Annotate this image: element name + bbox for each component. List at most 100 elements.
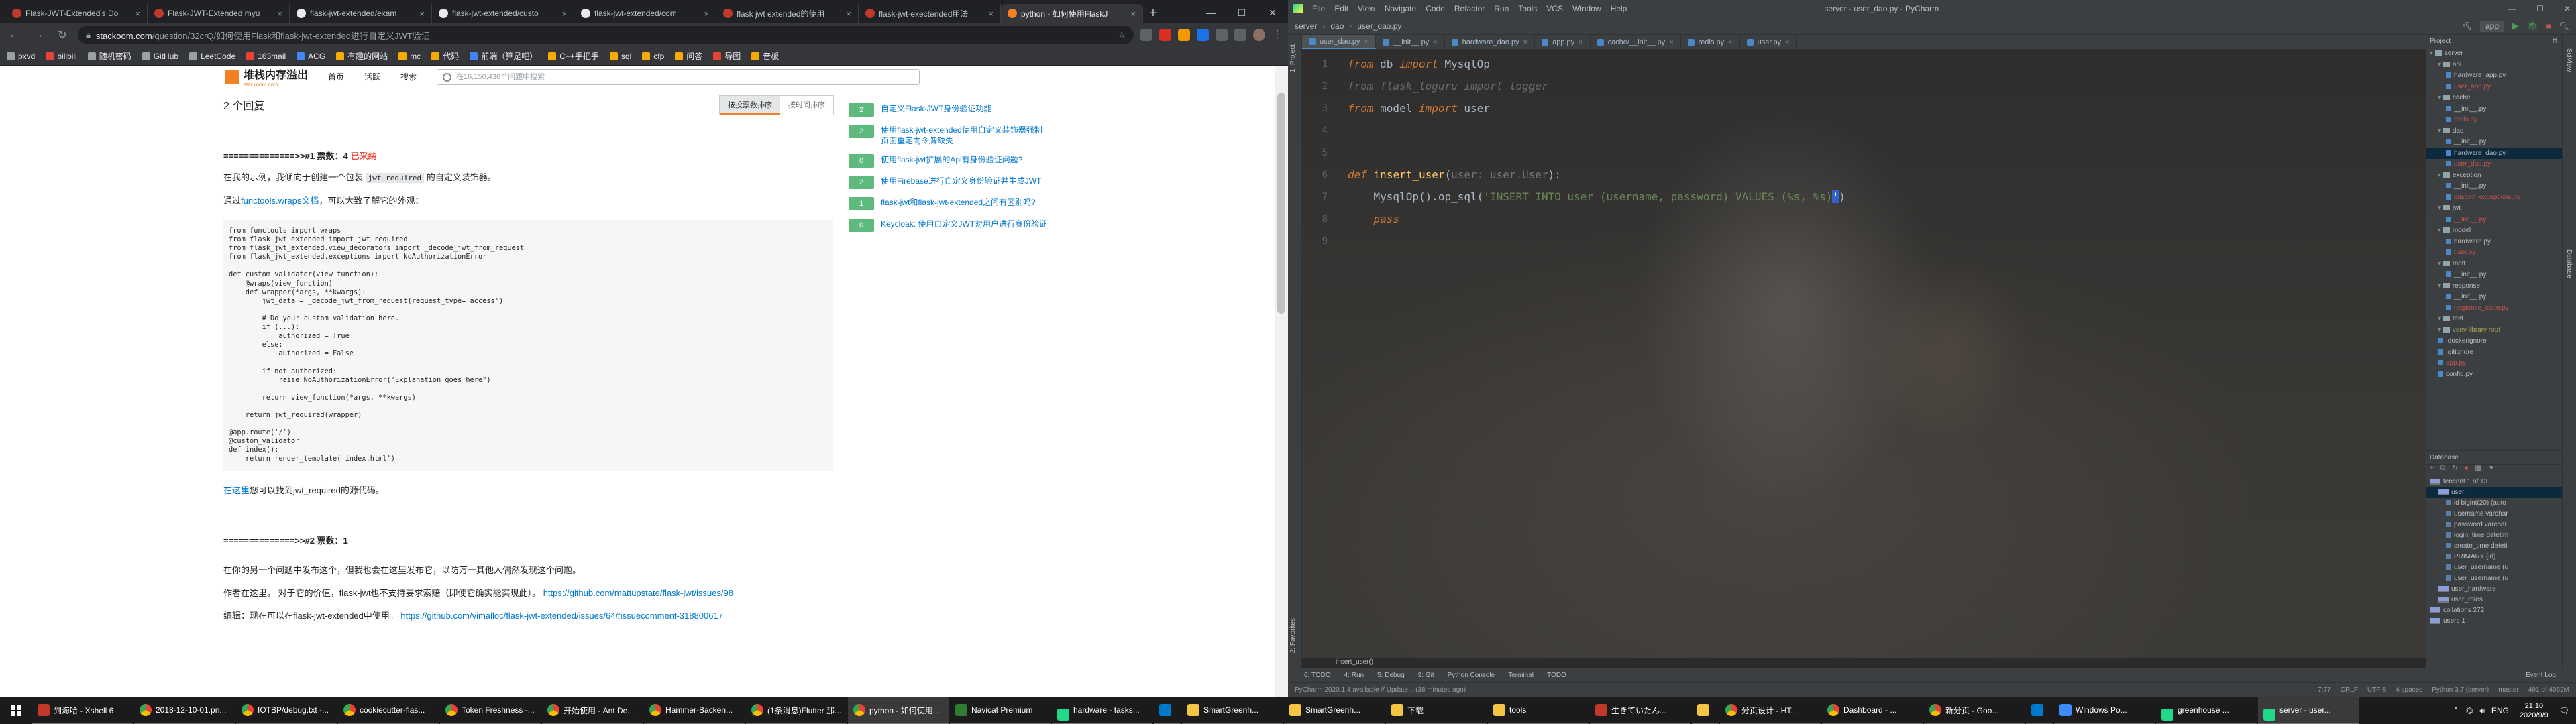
stop-icon[interactable]: ■ <box>2546 21 2551 31</box>
related-question-link[interactable]: 使用flask-jwt-extended使用自定义装饰器强制页面重定向令牌缺失 <box>881 125 1050 146</box>
project-tree-item[interactable]: ▾ dao <box>2426 126 2562 137</box>
status-widget[interactable]: 4 spaces <box>2396 686 2422 694</box>
close-tab-icon[interactable]: × <box>1130 9 1136 19</box>
close-tab-icon[interactable]: × <box>1785 35 1789 50</box>
close-tab-icon[interactable]: × <box>1578 35 1582 50</box>
stop-icon[interactable]: ■ <box>2464 465 2468 477</box>
taskbar-app-button[interactable]: 分页设计 - HT... <box>1720 697 1821 724</box>
taskbar-app-button[interactable]: tools <box>1488 697 1589 724</box>
extension-icon[interactable] <box>1140 29 1152 41</box>
project-tree-item[interactable]: __init__.py <box>2426 181 2562 192</box>
taskbar-app-button[interactable] <box>1692 697 1719 724</box>
browser-tab[interactable]: python - 如何使用FlaskJ × <box>1001 4 1143 23</box>
network-icon[interactable]: ⌬ <box>2466 706 2473 715</box>
taskbar-app-button[interactable]: hardware - tasks... <box>1052 697 1152 724</box>
close-tab-icon[interactable]: × <box>1669 35 1673 50</box>
database-tree-item[interactable]: login_time datetim <box>2426 530 2562 541</box>
page-scrollbar[interactable] <box>1275 66 1288 697</box>
input-method[interactable]: ENG <box>2491 706 2509 715</box>
bookmark-item[interactable]: cfp <box>642 52 664 61</box>
code-line[interactable]: MysqlOp().op_sql('INSERT INTO user (user… <box>1348 190 1845 203</box>
reload-icon[interactable]: ↻ <box>54 28 71 42</box>
close-tab-icon[interactable]: × <box>561 9 567 19</box>
bottom-tool-6[interactable]: TODO <box>1547 672 1566 679</box>
database-tree-item[interactable]: user_username (u <box>2426 562 2562 573</box>
project-tree-item[interactable]: .gitignore <box>2426 347 2562 359</box>
site-search-input[interactable]: 在16,150,436个问题中搜索 <box>437 68 920 85</box>
taskbar-app-button[interactable]: (1条消息)Flutter 那... <box>746 697 847 724</box>
source-link[interactable]: 在这里 <box>223 485 250 495</box>
database-header-label[interactable]: Database <box>2430 451 2459 464</box>
related-question[interactable]: 1 flask-jwt和flask-jwt-extended之间有区别吗? <box>849 197 1050 210</box>
volume-icon[interactable]: 🔊︎ <box>2479 706 2485 716</box>
related-question[interactable]: 2 使用Firebase进行自定义身份验证并生成JWT <box>849 176 1050 189</box>
taskbar-app-button[interactable]: Navicat Premium <box>950 697 1051 724</box>
menu-vcs[interactable]: VCS <box>1546 4 1563 13</box>
taskbar-app-button[interactable]: Dashboard - ... <box>1822 697 1923 724</box>
bottom-tool-4[interactable]: Python Console <box>1448 672 1495 679</box>
bottom-tool-2[interactable]: 5: Debug <box>1377 672 1405 679</box>
related-question[interactable]: 0 使用flask-jwt扩展的Api有身份验证问题? <box>849 154 1050 168</box>
project-tree-item[interactable]: ▾ server <box>2426 48 2562 60</box>
github-issue-link[interactable]: https://github.com/mattupstate/flask-jwt… <box>543 588 733 598</box>
project-tree-item[interactable]: __init__.py <box>2426 137 2562 148</box>
project-tree-item[interactable]: app.py <box>2426 358 2562 369</box>
code-line[interactable]: from db import MysqlOp <box>1348 58 1490 70</box>
bookmark-item[interactable]: sql <box>609 52 631 61</box>
menu-refactor[interactable]: Refactor <box>1454 4 1485 13</box>
taskbar-app-button[interactable]: SmartGreenh... <box>1182 697 1283 724</box>
menu-view[interactable]: View <box>1358 4 1375 13</box>
browser-tab[interactable]: flask-jwt-extended/custo × <box>432 4 574 23</box>
bottom-tool-0[interactable]: 6: TODO <box>1304 672 1331 679</box>
related-question[interactable]: 0 Keycloak: 使用自定义JWT对用户进行身份验证 <box>849 219 1050 232</box>
editor-tab[interactable]: app.py × <box>1535 35 1591 50</box>
menu-file[interactable]: File <box>1312 4 1325 13</box>
notifications-icon[interactable]: 🗨︎ <box>2559 706 2569 715</box>
taskbar-app-button[interactable] <box>1154 697 1181 724</box>
scrollbar-thumb[interactable] <box>1277 93 1285 314</box>
code-line[interactable]: from flask_loguru import logger <box>1348 80 1548 93</box>
bookmark-item[interactable]: LeetCode <box>189 52 235 61</box>
nav-active[interactable]: 活跃 <box>364 71 380 82</box>
taskbar-app-button[interactable]: greenhouse ... <box>2156 697 2257 724</box>
editor-tab[interactable]: hardware_dao.py × <box>1445 35 1536 49</box>
close-icon[interactable]: ✕ <box>1257 3 1288 23</box>
project-tree-item[interactable]: ▾ exception <box>2426 170 2562 182</box>
bookmark-item[interactable]: 前端（算是吧） <box>470 50 537 62</box>
start-button[interactable] <box>0 697 32 724</box>
editor-tab[interactable]: user.py × <box>1740 35 1797 49</box>
copy-icon[interactable]: ⧉ <box>2440 465 2445 477</box>
database-tree-item[interactable]: password varchar <box>2426 520 2562 530</box>
back-icon[interactable]: ← <box>5 29 23 41</box>
sciview-tool-tab[interactable]: SciView <box>2565 48 2573 72</box>
close-tab-icon[interactable]: × <box>135 9 140 19</box>
project-tree-item[interactable]: ▾ model <box>2426 225 2562 237</box>
menu-tools[interactable]: Tools <box>1518 4 1537 13</box>
menu-code[interactable]: Code <box>1426 4 1445 13</box>
editor-breadcrumb[interactable]: insert_user() <box>1302 658 2426 668</box>
breadcrumb-folder[interactable]: dao <box>1330 21 1344 31</box>
refresh-icon[interactable]: ↻ <box>2452 465 2457 477</box>
database-tree-item[interactable]: user <box>2426 487 2562 498</box>
browser-tab[interactable]: flask-jwt-extended/exam × <box>290 4 432 23</box>
breadcrumb-project[interactable]: server <box>1295 21 1317 31</box>
run-icon[interactable]: ▶ <box>2512 21 2519 32</box>
project-tree-item[interactable]: ▾ jwt <box>2426 203 2562 215</box>
project-tree-item[interactable]: ▾ mqtt <box>2426 259 2562 270</box>
bottom-tool-5[interactable]: Terminal <box>1508 672 1534 679</box>
nav-home[interactable]: 首页 <box>328 71 344 82</box>
add-icon[interactable]: + <box>2430 465 2434 477</box>
code-line[interactable]: def insert_user(user: user.User): <box>1348 168 1561 181</box>
database-tree-item[interactable]: tencent 1 of 13 <box>2426 477 2562 487</box>
bookmark-item[interactable]: ACG <box>297 52 325 61</box>
project-tree-item[interactable]: user.py <box>2426 247 2562 259</box>
kebab-menu-icon[interactable]: ⋮ <box>1272 29 1283 41</box>
close-tab-icon[interactable]: × <box>988 9 994 19</box>
bottom-tool-1[interactable]: 4: Run <box>1344 672 1364 679</box>
taskbar-app-button[interactable]: Token Freshness -... <box>440 697 541 724</box>
close-tab-icon[interactable]: × <box>1728 35 1732 50</box>
database-tree-item[interactable]: user_hardware <box>2426 584 2562 595</box>
browser-tab[interactable]: flask-jwt-extended/com × <box>574 4 716 23</box>
browser-tab[interactable]: Flask-JWT-Extended myu × <box>148 4 290 23</box>
bookmark-item[interactable]: 导图 <box>713 50 741 62</box>
